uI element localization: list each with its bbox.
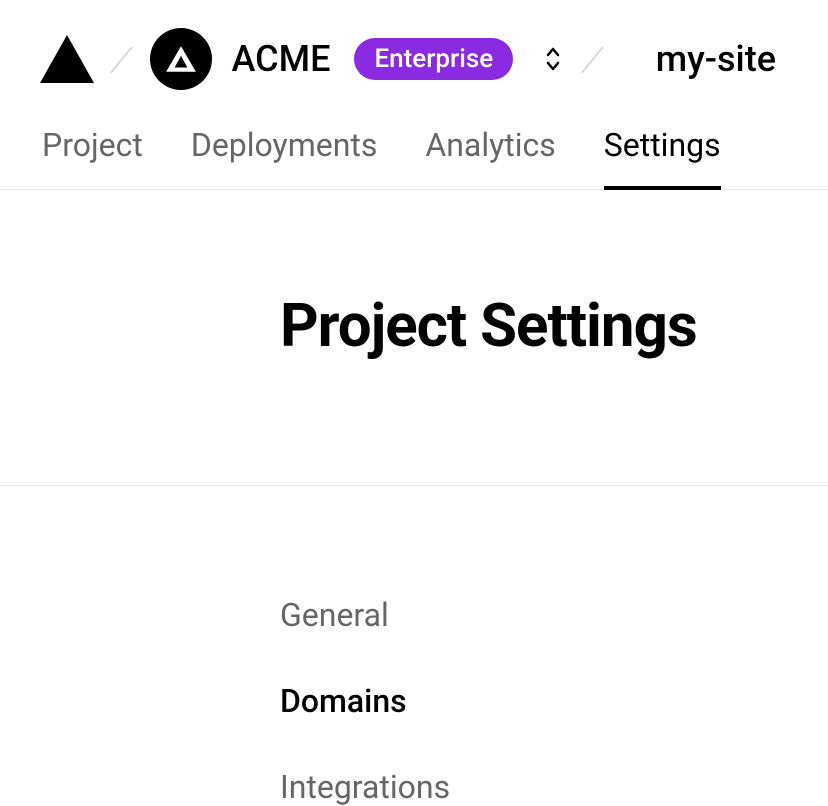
project-name[interactable]: my-site <box>656 38 776 80</box>
platform-logo[interactable] <box>40 35 94 83</box>
scope-switcher[interactable] <box>541 45 565 73</box>
sidebar-item-general[interactable]: General <box>280 596 828 634</box>
main-tabs: Project Deployments Analytics Settings <box>0 90 828 190</box>
sidebar-item-integrations[interactable]: Integrations <box>280 768 828 806</box>
chevron-up-down-icon <box>541 45 565 73</box>
org-name[interactable]: ACME <box>232 38 331 80</box>
tab-settings[interactable]: Settings <box>604 126 721 190</box>
org-avatar[interactable] <box>150 28 212 90</box>
tab-project[interactable]: Project <box>42 126 143 190</box>
header-breadcrumb: / ACME Enterprise / my-site <box>0 0 828 90</box>
sidebar-item-domains[interactable]: Domains <box>280 682 828 720</box>
breadcrumb-separator-icon: / <box>107 34 136 83</box>
plan-badge: Enterprise <box>354 38 513 80</box>
breadcrumb-separator-icon: / <box>578 34 607 83</box>
tab-deployments[interactable]: Deployments <box>191 126 378 190</box>
settings-sidebar: General Domains Integrations <box>0 486 828 806</box>
tab-analytics[interactable]: Analytics <box>425 126 555 190</box>
page-title-section: Project Settings <box>0 190 828 486</box>
page-title: Project Settings <box>280 290 828 361</box>
